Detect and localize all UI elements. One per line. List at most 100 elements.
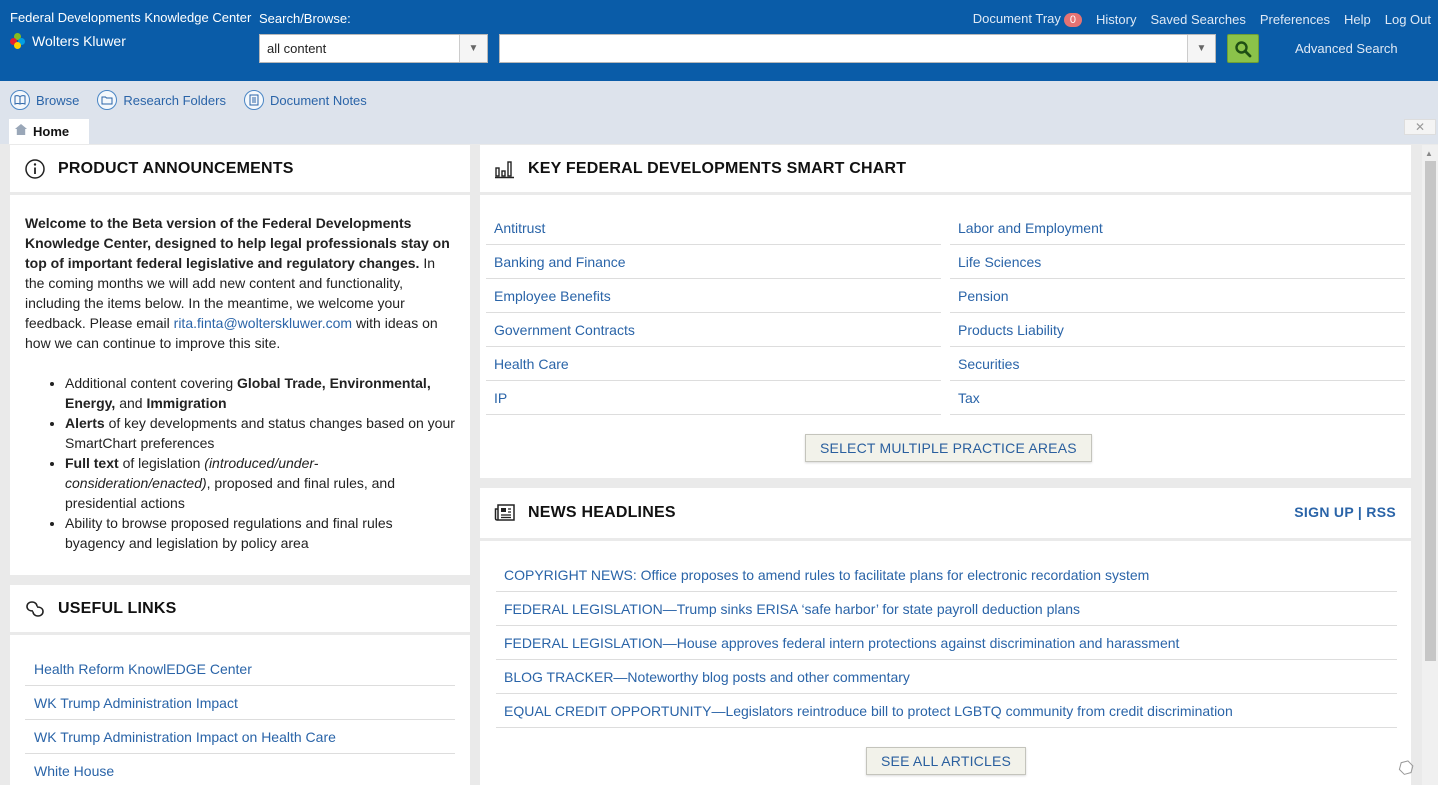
b1-pre: Additional content covering	[65, 375, 234, 391]
tray-count-badge: 0	[1063, 13, 1083, 27]
news-headline-link[interactable]: COPYRIGHT NEWS: Office proposes to amend…	[496, 558, 1397, 592]
search-input[interactable]	[500, 35, 1187, 62]
practice-area-link[interactable]: Banking and Finance	[486, 245, 941, 279]
history-link[interactable]: History	[1096, 12, 1136, 27]
info-icon	[25, 158, 45, 179]
document-tray-label: Document Tray	[972, 11, 1061, 26]
preferences-link[interactable]: Preferences	[1260, 12, 1330, 27]
b2-bold: Alerts	[65, 415, 105, 431]
practice-area-link[interactable]: Government Contracts	[486, 313, 941, 347]
announcement-intro: Welcome to the Beta version of the Feder…	[25, 213, 456, 353]
top-header: Federal Developments Knowledge Center Wo…	[0, 0, 1438, 81]
news-headline-link[interactable]: FEDERAL LEGISLATION—Trump sinks ERISA ‘s…	[496, 592, 1397, 626]
list-item: Full text of legislation (introduced/und…	[65, 453, 456, 513]
news-headline-link[interactable]: EQUAL CREDIT OPPORTUNITY—Legislators rei…	[496, 694, 1397, 728]
useful-links-body: Health Reform KnowlEDGE Center WK Trump …	[10, 635, 470, 785]
news-body: COPYRIGHT NEWS: Office proposes to amend…	[480, 541, 1411, 785]
b1-and: and	[119, 395, 143, 411]
scroll-up-icon[interactable]: ▲	[1425, 149, 1433, 158]
announcements-header: PRODUCT ANNOUNCEMENTS	[10, 145, 470, 192]
left-column: PRODUCT ANNOUNCEMENTS Welcome to the Bet…	[10, 145, 470, 785]
toolbar: Browse Research Folders Document Notes	[0, 81, 1438, 119]
browse-button[interactable]: Browse	[10, 90, 79, 110]
brand-name: Wolters Kluwer	[32, 33, 126, 49]
useful-links-header: USEFUL LINKS	[10, 585, 470, 632]
notes-icon	[243, 90, 264, 110]
practice-area-link[interactable]: Pension	[950, 279, 1405, 313]
search-label: Search/Browse:	[259, 11, 351, 26]
useful-links-title: USEFUL LINKS	[58, 599, 177, 617]
b3-mid: of legislation	[122, 455, 201, 471]
close-all-tabs-icon[interactable]: ✕	[1404, 119, 1436, 135]
useful-link[interactable]: Health Reform KnowlEDGE Center	[25, 652, 455, 686]
research-folders-button[interactable]: Research Folders	[97, 90, 226, 110]
practice-area-link[interactable]: Health Care	[486, 347, 941, 381]
research-folders-label: Research Folders	[123, 92, 226, 108]
practice-area-link[interactable]: Securities	[950, 347, 1405, 381]
bar-chart-icon	[495, 160, 514, 178]
browse-label: Browse	[36, 92, 80, 108]
saved-searches-link[interactable]: Saved Searches	[1150, 12, 1245, 27]
practice-area-link[interactable]: Products Liability	[950, 313, 1405, 347]
book-icon	[10, 90, 30, 110]
useful-link[interactable]: WK Trump Administration Impact	[25, 686, 455, 720]
content-scope-select[interactable]: all content ▼	[259, 34, 488, 63]
announcements-title: PRODUCT ANNOUNCEMENTS	[58, 159, 294, 177]
document-notes-button[interactable]: Document Notes	[243, 90, 367, 110]
right-column: KEY FEDERAL DEVELOPMENTS SMART CHART Ant…	[480, 145, 1411, 785]
practice-area-link[interactable]: Antitrust	[486, 211, 941, 245]
select-multiple-practice-areas-button[interactable]: SELECT MULTIPLE PRACTICE AREAS	[805, 434, 1092, 462]
document-tray-link[interactable]: Document Tray 0	[972, 11, 1083, 27]
content-scope-value: all content	[267, 41, 327, 56]
top-nav: Document Tray 0 History Saved Searches Pr…	[973, 11, 1431, 27]
news-headline-link[interactable]: BLOG TRACKER—Noteworthy blog posts and o…	[496, 660, 1397, 694]
smart-chart-title: KEY FEDERAL DEVELOPMENTS SMART CHART	[528, 159, 907, 177]
document-notes-label: Document Notes	[269, 92, 367, 108]
list-item: Ability to browse proposed regulations a…	[65, 513, 456, 553]
announcement-list: Additional content covering Global Trade…	[25, 373, 456, 553]
list-item: Additional content covering Global Trade…	[65, 373, 456, 413]
smart-chart-header: KEY FEDERAL DEVELOPMENTS SMART CHART	[480, 145, 1411, 192]
see-all-articles-button[interactable]: SEE ALL ARTICLES	[866, 747, 1027, 775]
news-headline-link[interactable]: FEDERAL LEGISLATION—House approves feder…	[496, 626, 1397, 660]
practice-area-link[interactable]: Labor and Employment	[950, 211, 1405, 245]
useful-link[interactable]: White House	[25, 754, 455, 785]
help-link[interactable]: Help	[1344, 12, 1371, 27]
news-title: NEWS HEADLINES	[528, 504, 676, 521]
scrollbar-thumb[interactable]	[1425, 161, 1436, 661]
logout-link[interactable]: Log Out	[1385, 12, 1431, 27]
folder-icon	[97, 90, 118, 110]
link-icon	[26, 600, 44, 617]
practice-area-link[interactable]: Employee Benefits	[486, 279, 941, 313]
practice-area-link[interactable]: Tax	[950, 381, 1405, 415]
list-item: Alerts of key developments and status ch…	[65, 413, 456, 453]
news-header: NEWS HEADLINES SIGN UP | RSS	[480, 488, 1411, 538]
search-box[interactable]: ▼	[499, 34, 1216, 63]
tab-home[interactable]: Home	[9, 119, 89, 144]
signup-rss-link[interactable]: SIGN UP | RSS	[1294, 504, 1396, 520]
home-icon	[15, 124, 27, 135]
practice-area-link[interactable]: Life Sciences	[950, 245, 1405, 279]
b3-bold: Full text	[65, 455, 119, 471]
chevron-down-icon[interactable]: ▼	[459, 35, 487, 62]
announcements-body: Welcome to the Beta version of the Feder…	[10, 195, 470, 575]
vertical-scrollbar[interactable]: ▲	[1422, 145, 1438, 785]
b1-bold2: Immigration	[146, 395, 227, 411]
wolters-kluwer-logo-icon	[10, 33, 26, 49]
advanced-search-link[interactable]: Advanced Search	[1295, 41, 1398, 56]
smart-chart-body: Antitrust Labor and Employment Banking a…	[480, 195, 1411, 478]
tab-strip: Home ✕	[0, 119, 1438, 144]
b2-rest: of key developments and status changes b…	[65, 415, 455, 451]
practice-area-link[interactable]: IP	[486, 381, 941, 415]
search-icon	[1235, 40, 1252, 57]
brand-logo[interactable]: Wolters Kluwer	[10, 33, 126, 49]
search-history-dropdown-icon[interactable]: ▼	[1187, 35, 1215, 62]
app-title: Federal Developments Knowledge Center	[10, 10, 252, 25]
tab-home-label: Home	[33, 124, 70, 139]
practice-area-grid: Antitrust Labor and Employment Banking a…	[486, 211, 1405, 415]
email-link[interactable]: rita.finta@wolterskluwer.com	[174, 315, 352, 331]
search-button[interactable]	[1227, 34, 1259, 63]
useful-link[interactable]: WK Trump Administration Impact on Health…	[25, 720, 455, 754]
intro-bold: Welcome to the Beta version of the Feder…	[25, 215, 450, 271]
newspaper-icon	[494, 504, 515, 521]
